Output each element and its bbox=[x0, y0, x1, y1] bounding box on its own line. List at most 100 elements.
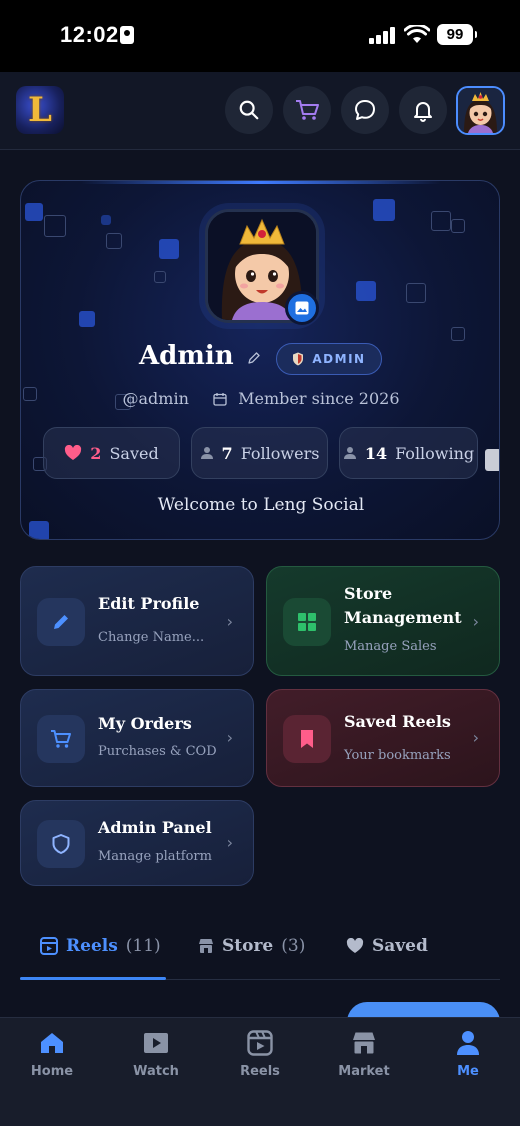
heart-icon bbox=[65, 445, 82, 460]
nav-home[interactable]: Home bbox=[0, 1028, 104, 1079]
home-icon bbox=[41, 1033, 63, 1053]
tab-label: Reels bbox=[66, 936, 118, 956]
chevron-right-icon: › bbox=[226, 728, 233, 747]
cart-button[interactable] bbox=[283, 86, 331, 134]
app-logo[interactable]: L bbox=[16, 86, 64, 134]
tile-icon-box bbox=[37, 715, 85, 763]
chevron-right-icon: › bbox=[226, 612, 233, 631]
chevron-right-icon: › bbox=[472, 728, 479, 747]
tile-icon-box bbox=[283, 715, 331, 763]
tab-label: Saved bbox=[372, 936, 428, 956]
bell-icon bbox=[414, 102, 432, 122]
tile-subtitle: Change Name... bbox=[98, 630, 205, 645]
id-card-icon bbox=[120, 26, 134, 44]
bookmark-icon bbox=[301, 730, 313, 748]
store-icon bbox=[353, 1032, 375, 1054]
decor-square bbox=[25, 203, 43, 221]
nav-label: Market bbox=[338, 1064, 390, 1079]
pencil-icon bbox=[54, 615, 68, 629]
search-button[interactable] bbox=[225, 86, 273, 134]
tab-label: Store bbox=[222, 936, 274, 956]
tile-title: Admin Panel bbox=[98, 818, 212, 837]
video-icon bbox=[144, 1033, 168, 1053]
following-label: Following bbox=[395, 443, 475, 463]
nav-reels[interactable]: Reels bbox=[208, 1028, 312, 1079]
my-orders-tile[interactable]: My Orders Purchases & COD › bbox=[20, 689, 254, 787]
content-tabs: Reels (11) Store (3) Saved bbox=[20, 920, 500, 980]
tab-store[interactable]: Store (3) bbox=[198, 936, 305, 956]
princess-avatar-image bbox=[458, 88, 503, 133]
nav-me[interactable]: Me bbox=[416, 1028, 520, 1079]
edit-profile-tile[interactable]: Edit Profile Change Name... › bbox=[20, 566, 254, 676]
profile-meta: @admin Member since 2026 bbox=[21, 388, 499, 408]
calendar-icon bbox=[213, 392, 227, 406]
decor-square bbox=[406, 283, 426, 303]
tile-title: Saved Reels bbox=[344, 712, 451, 731]
decor-square bbox=[154, 271, 166, 283]
saved-stat-button[interactable]: 2 Saved bbox=[43, 427, 180, 479]
messages-button[interactable] bbox=[341, 86, 389, 134]
profile-card: Admin ADMIN @admin Member since 2026 2 S… bbox=[20, 180, 500, 540]
nav-market[interactable]: Market bbox=[312, 1028, 416, 1079]
tile-icon-box bbox=[37, 598, 85, 646]
image-icon bbox=[295, 301, 309, 315]
tab-reels[interactable]: Reels (11) bbox=[40, 936, 161, 956]
decor-square bbox=[159, 239, 179, 259]
chevron-right-icon: › bbox=[226, 833, 233, 852]
user-icon bbox=[200, 447, 213, 459]
header-avatar[interactable] bbox=[456, 86, 505, 135]
welcome-message: Welcome to Leng Social bbox=[157, 495, 365, 515]
decor-square bbox=[373, 199, 395, 221]
decor-square bbox=[29, 521, 49, 539]
following-count: 14 bbox=[364, 443, 388, 463]
search-icon bbox=[239, 100, 259, 120]
heart-icon bbox=[346, 938, 364, 953]
tab-count: (11) bbox=[125, 936, 161, 956]
nav-label: Reels bbox=[240, 1064, 280, 1079]
cart-icon bbox=[296, 100, 319, 120]
saved-label: Saved bbox=[109, 443, 159, 463]
profile-handle: @admin bbox=[122, 389, 189, 408]
wifi-icon bbox=[404, 25, 430, 43]
store-management-tile[interactable]: Store Management Manage Sales › bbox=[266, 566, 500, 676]
tile-subtitle: Manage Sales bbox=[344, 639, 437, 654]
saved-reels-tile[interactable]: Saved Reels Your bookmarks › bbox=[266, 689, 500, 787]
user-icon bbox=[457, 1031, 479, 1055]
edit-name-icon[interactable] bbox=[247, 351, 261, 365]
decor-square bbox=[485, 449, 499, 471]
nav-label: Home bbox=[30, 1064, 74, 1079]
tile-subtitle: Manage platform bbox=[98, 849, 212, 864]
user-icon bbox=[343, 447, 356, 459]
nav-watch[interactable]: Watch bbox=[104, 1028, 208, 1079]
tile-icon-box bbox=[37, 820, 85, 868]
nav-label: Watch bbox=[133, 1064, 179, 1079]
reels-icon bbox=[40, 937, 58, 955]
chevron-right-icon: › bbox=[472, 612, 479, 631]
shield-icon bbox=[52, 834, 70, 854]
change-photo-button[interactable] bbox=[285, 291, 319, 325]
status-time: 12:02 bbox=[60, 22, 119, 47]
admin-panel-tile[interactable]: Admin Panel Manage platform › bbox=[20, 800, 254, 886]
store-icon bbox=[199, 939, 213, 953]
tab-count: (3) bbox=[281, 936, 306, 956]
followers-label: Followers bbox=[240, 443, 320, 463]
followers-stat-button[interactable]: 7 Followers bbox=[191, 427, 328, 479]
shield-icon bbox=[293, 352, 304, 366]
followers-count: 7 bbox=[221, 443, 233, 463]
tile-icon-box bbox=[283, 598, 331, 646]
following-stat-button[interactable]: 14 Following bbox=[339, 427, 478, 479]
notifications-button[interactable] bbox=[399, 86, 447, 134]
decor-square bbox=[431, 211, 451, 231]
chat-icon bbox=[355, 100, 375, 120]
role-badge: ADMIN bbox=[276, 343, 382, 375]
decor-square bbox=[451, 219, 465, 233]
battery-indicator: 99 bbox=[437, 24, 477, 45]
tile-subtitle: Purchases & COD bbox=[98, 744, 217, 759]
card-glow-line bbox=[81, 181, 441, 184]
profile-name: Admin bbox=[139, 341, 234, 371]
saved-count: 2 bbox=[90, 443, 102, 463]
tab-saved[interactable]: Saved bbox=[346, 936, 428, 956]
app-header: L bbox=[0, 72, 520, 150]
tile-title: Store Management bbox=[344, 584, 462, 627]
grid-icon bbox=[298, 613, 316, 631]
